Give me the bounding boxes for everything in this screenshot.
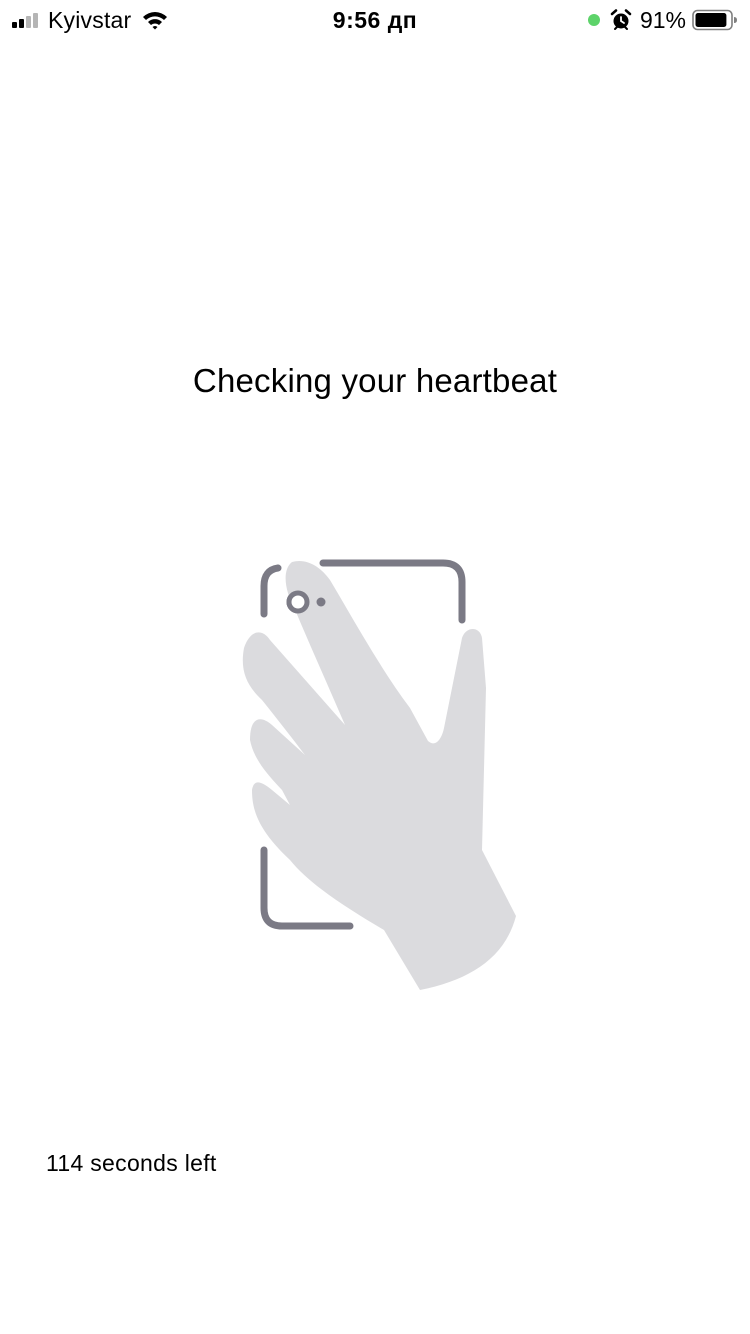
phone-frame [260,559,466,930]
screen: Kyivstar 9:56 дп 91% Checking your heart… [0,0,750,1334]
camera-lens-overlay [286,590,326,614]
page-title: Checking your heartbeat [192,362,558,399]
battery-percent: 91% [639,6,686,33]
countdown-label: 114 seconds left [46,1150,217,1176]
mic-indicator-icon [587,14,600,26]
status-right: 91% [587,6,738,33]
alarm-icon [610,9,632,30]
hand-shape [242,560,517,990]
hand-on-phone-camera-icon [242,559,517,990]
status-bar: Kyivstar 9:56 дп 91% [0,0,750,40]
battery-icon [692,9,737,31]
camera-lens-icon [286,590,326,614]
